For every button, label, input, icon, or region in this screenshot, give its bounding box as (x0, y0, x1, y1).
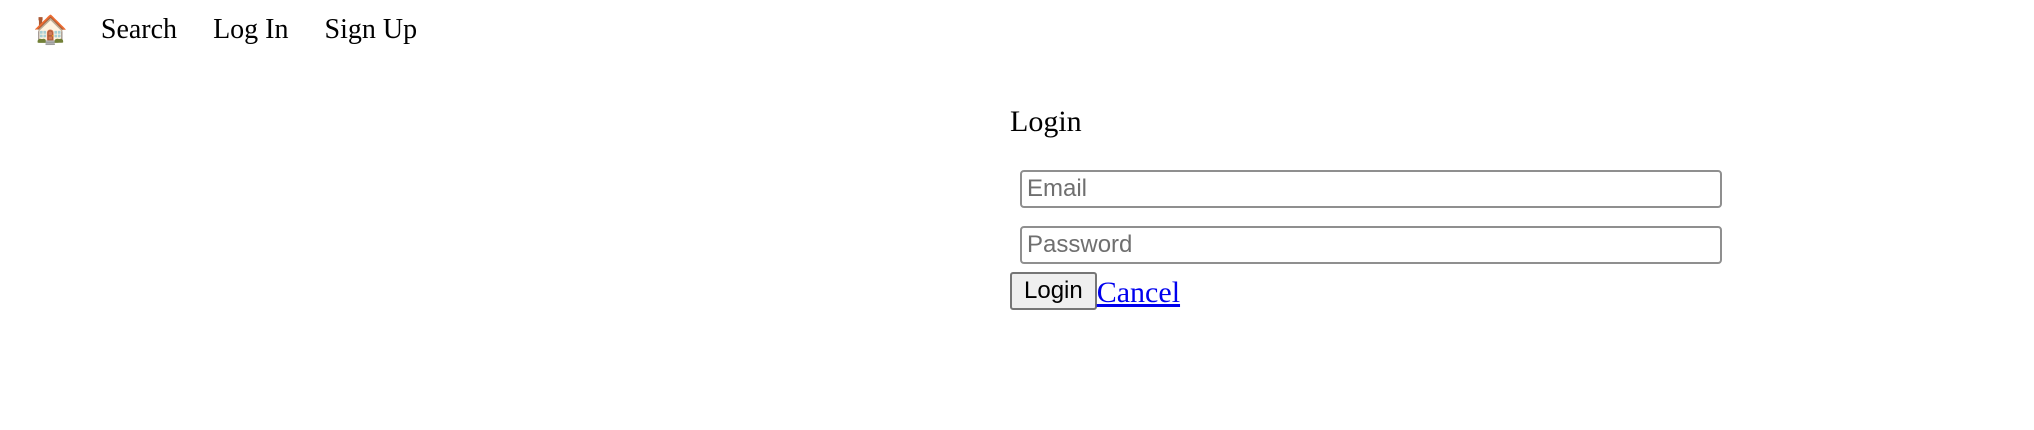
password-field[interactable] (1020, 226, 1722, 264)
nav-search-link[interactable]: Search (101, 12, 177, 48)
page: 🏠 Search Log In Sign Up Login Login Canc… (0, 0, 2034, 430)
email-field[interactable] (1020, 170, 1722, 208)
login-title: Login (1010, 105, 1082, 138)
top-nav: 🏠 Search Log In Sign Up (33, 10, 453, 50)
cancel-link[interactable]: Cancel (1097, 276, 1180, 310)
login-button[interactable]: Login (1010, 272, 1097, 310)
home-icon[interactable]: 🏠 (33, 12, 68, 48)
form-actions: Login Cancel (1010, 272, 1730, 310)
login-form: Login Login Cancel (1010, 104, 1730, 310)
nav-signup-link[interactable]: Sign Up (325, 12, 418, 48)
nav-login-link[interactable]: Log In (213, 12, 288, 48)
